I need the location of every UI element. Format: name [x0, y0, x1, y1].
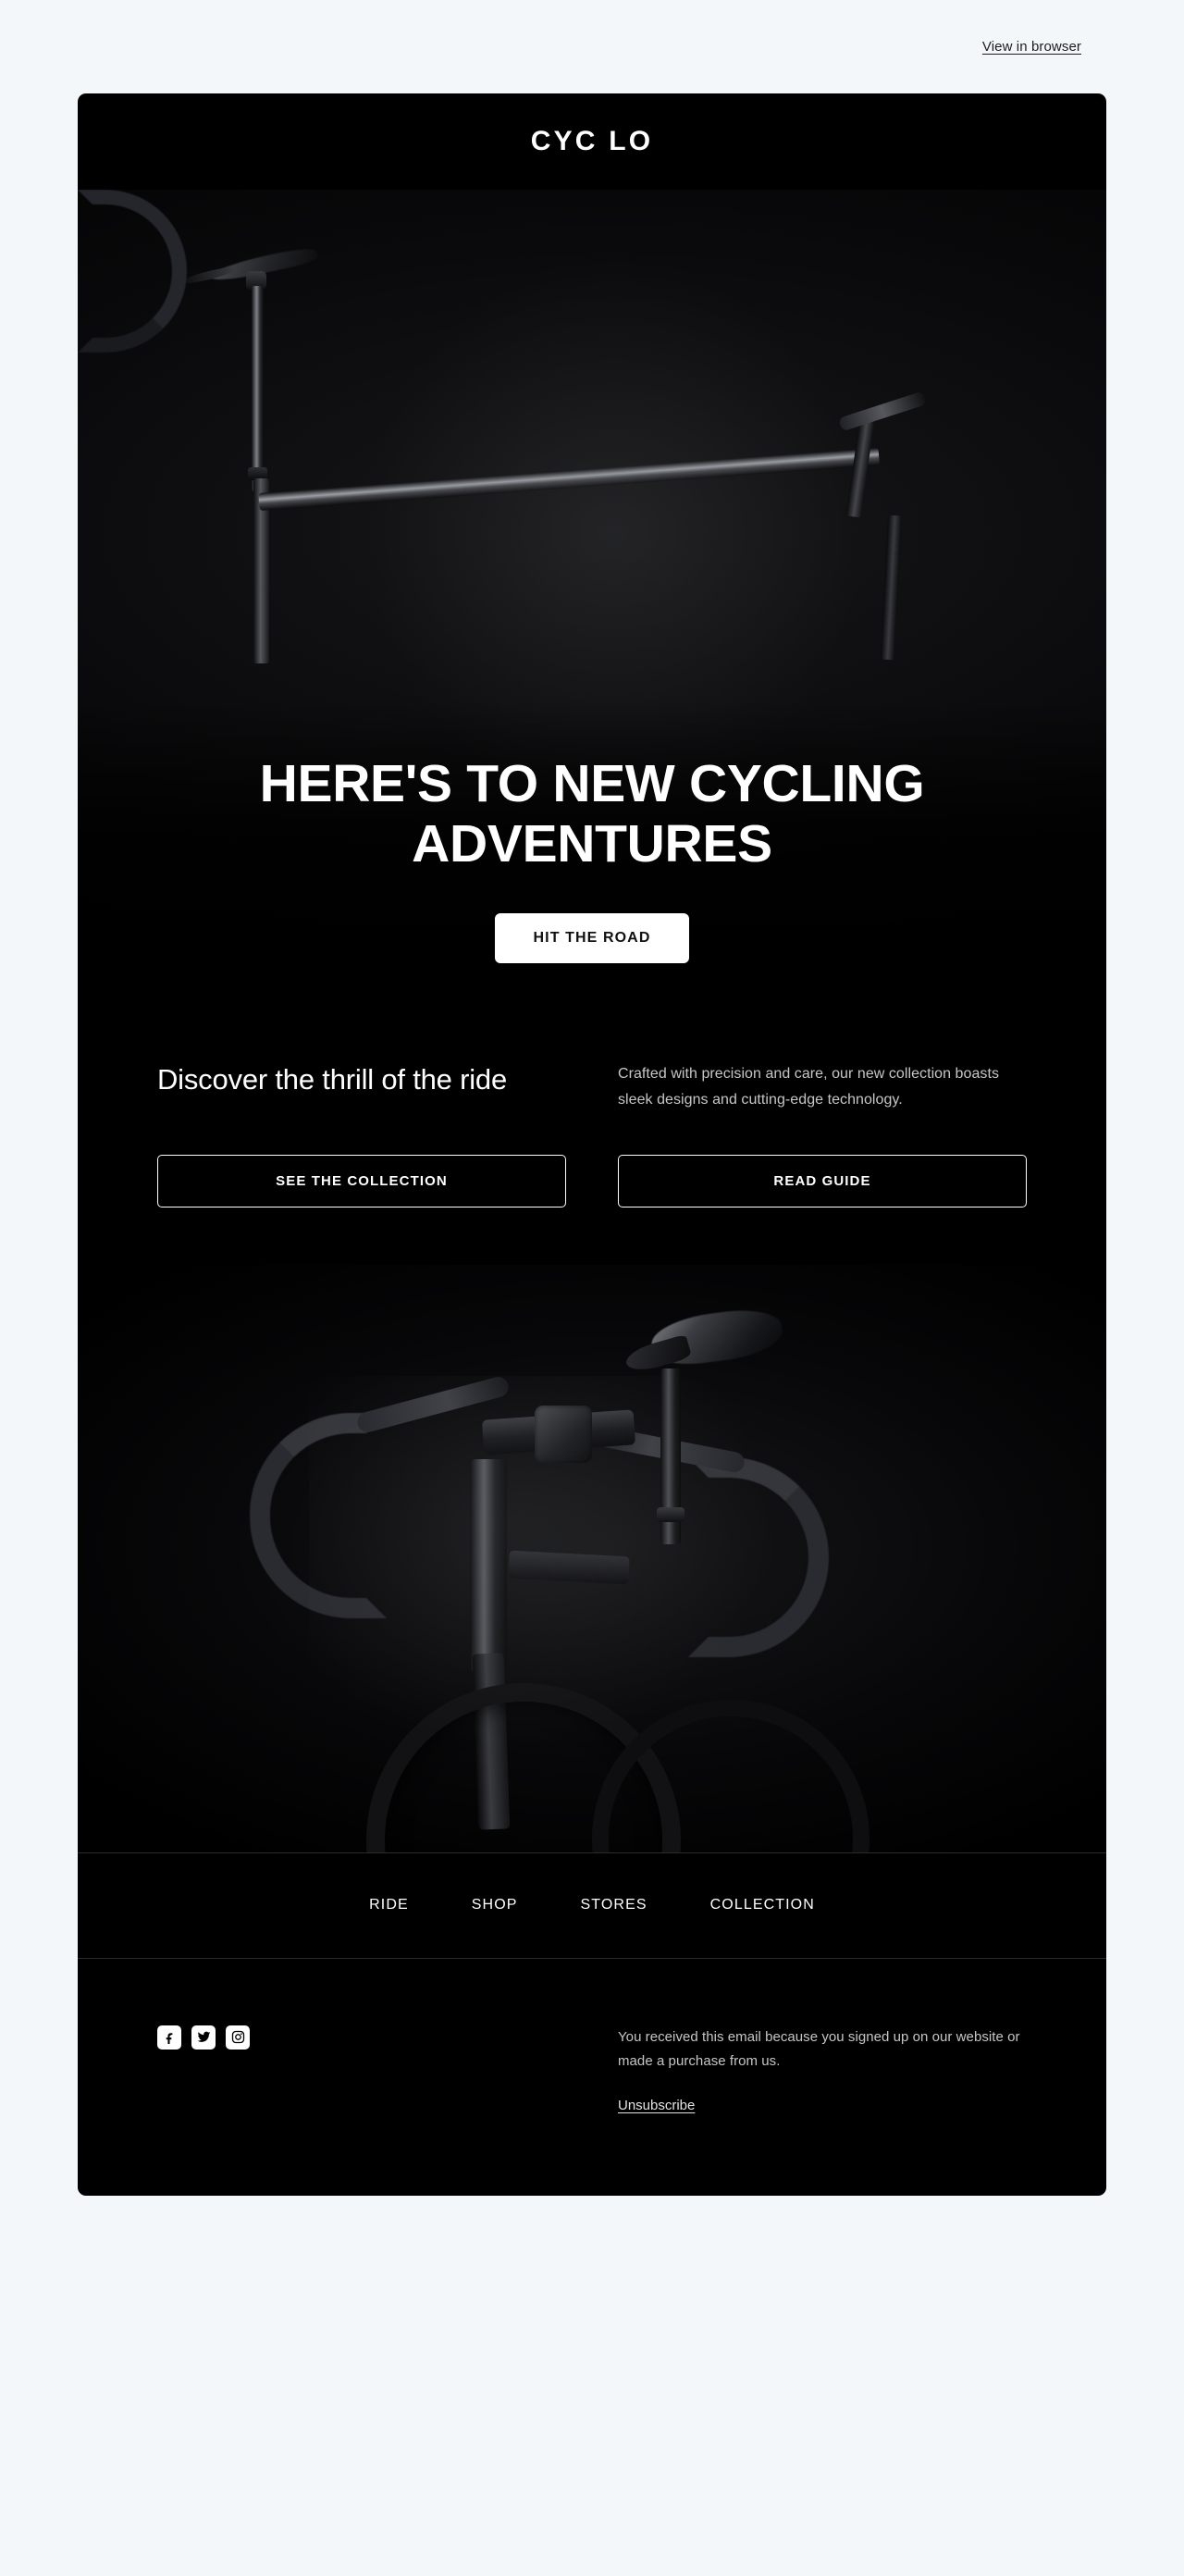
nav-item-collection[interactable]: COLLECTION [705, 1891, 820, 1919]
footer-disclaimer: You received this email because you sign… [618, 2028, 1020, 2069]
hero-stem-shape [845, 418, 875, 518]
footer-social-column [157, 2025, 566, 2114]
product-highlight [309, 1375, 790, 1765]
instagram-icon[interactable] [226, 2025, 250, 2050]
email-card: CYC LO HERE'S TO NEW CYCLING ADVENTURES … [78, 93, 1106, 2196]
facebook-icon[interactable] [157, 2025, 181, 2050]
social-links [157, 2025, 566, 2050]
hero-content: HERE'S TO NEW CYCLING ADVENTURES HIT THE… [78, 754, 1106, 1004]
hero-section: HERE'S TO NEW CYCLING ADVENTURES HIT THE… [78, 190, 1106, 1004]
nav-item-ride[interactable]: RIDE [364, 1891, 414, 1919]
intro-heading: Discover the thrill of the ride [157, 1063, 508, 1096]
twitter-icon[interactable] [191, 2025, 216, 2050]
unsubscribe-link[interactable]: Unsubscribe [618, 2098, 695, 2113]
read-guide-button[interactable]: READ GUIDE [618, 1154, 1027, 1208]
nav-item-shop[interactable]: SHOP [466, 1891, 524, 1919]
hero-drop-bar-shape [78, 190, 187, 353]
brand-logo: CYC LO [530, 126, 654, 156]
logo-band: CYC LO [78, 93, 1106, 190]
footer-section: You received this email because you sign… [78, 1959, 1106, 2196]
footer-nav: RIDE SHOP STORES COLLECTION [78, 1852, 1106, 1959]
hero-seatpost-shape [252, 286, 264, 491]
intro-section: Discover the thrill of the ride Crafted … [78, 1004, 1106, 1114]
hero-fork-shape [880, 514, 903, 661]
intro-heading-column: Discover the thrill of the ride [157, 1061, 566, 1114]
preheader-bar: View in browser [0, 0, 1184, 93]
hero-headline: HERE'S TO NEW CYCLING ADVENTURES [259, 754, 925, 874]
hit-the-road-button[interactable]: HIT THE ROAD [494, 913, 690, 963]
hero-top-tube-shape [258, 447, 880, 511]
intro-cta-row: SEE THE COLLECTION READ GUIDE [78, 1114, 1106, 1265]
see-the-collection-button[interactable]: SEE THE COLLECTION [157, 1154, 566, 1208]
intro-body-text: Crafted with precision and care, our new… [618, 1066, 1000, 1108]
hero-handlebar-top-shape [838, 390, 927, 432]
product-bicycle-image [78, 1264, 1106, 1852]
intro-body-column: Crafted with precision and care, our new… [618, 1061, 1027, 1114]
view-in-browser-link[interactable]: View in browser [982, 39, 1081, 55]
footer-text-column: You received this email because you sign… [618, 2025, 1027, 2114]
nav-item-stores[interactable]: STORES [575, 1891, 653, 1919]
